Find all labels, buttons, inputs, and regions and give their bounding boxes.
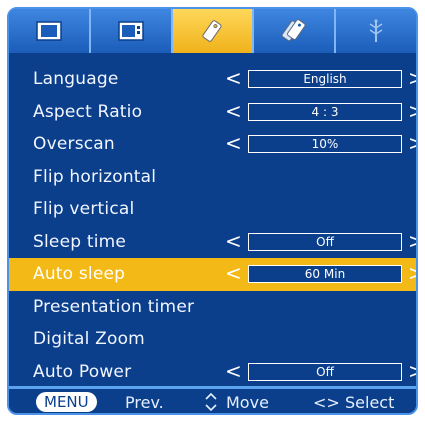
- menu-item-presentation-timer[interactable]: Presentation timer: [9, 291, 416, 324]
- left-arrow-icon[interactable]: <: [225, 361, 242, 381]
- menu-item-auto-power[interactable]: Auto Power < Off >: [9, 356, 416, 389]
- tab-options[interactable]: [172, 9, 255, 53]
- menu-item-label: Flip vertical: [33, 199, 135, 220]
- left-arrow-icon[interactable]: <: [225, 263, 242, 283]
- menu-item-label: Language: [33, 69, 119, 90]
- value-box: 4 : 3: [248, 102, 402, 121]
- tag-icon: [202, 20, 223, 42]
- footer-help-bar: MENU Prev. Move <> Select: [9, 389, 416, 413]
- value-box: 60 Min: [248, 265, 402, 283]
- left-arrow-icon[interactable]: <: [225, 231, 242, 251]
- menu-item-label: Overscan: [33, 134, 115, 155]
- menu-item-label: Auto sleep: [33, 264, 126, 285]
- menu-item-auto-sleep[interactable]: Auto sleep <60 Min >: [9, 258, 416, 291]
- left-arrow-icon[interactable]: <: [225, 68, 242, 88]
- menu-item-label: Sleep time: [33, 231, 127, 252]
- move-hint: Move: [226, 393, 269, 412]
- tab-separator: [9, 53, 416, 61]
- menu-key-badge: MENU: [36, 392, 97, 412]
- right-arrow-icon[interactable]: >: [408, 68, 416, 88]
- osd-menu-panel: Language<English>Aspect Ratio<4 : 3>Over…: [7, 7, 418, 415]
- menu-item-label: Aspect Ratio: [33, 101, 143, 122]
- menu-item-flip-vertical[interactable]: Flip vertical: [9, 193, 416, 226]
- value-box: English: [248, 70, 402, 88]
- input-icon: [369, 19, 383, 42]
- tab-screen[interactable]: [90, 9, 173, 53]
- menu-item-flip-horizontal[interactable]: Flip horizontal: [9, 161, 416, 194]
- up-down-arrows-icon: [205, 392, 217, 412]
- left-arrow-icon[interactable]: <: [225, 101, 242, 121]
- select-hint: Select: [345, 393, 395, 412]
- picture-icon: [36, 21, 62, 41]
- screen-icon: [117, 21, 144, 41]
- right-arrow-icon[interactable]: >: [408, 231, 416, 251]
- menu-item-label: Digital Zoom: [33, 329, 145, 350]
- menu-item-label: Presentation timer: [33, 296, 195, 317]
- left-arrow-icon[interactable]: <: [225, 133, 242, 153]
- menu-item-overscan[interactable]: Overscan <10% >: [9, 128, 416, 161]
- left-right-arrows-icon: <>: [313, 393, 340, 412]
- tab-input[interactable]: [336, 9, 416, 53]
- prev-hint: Prev.: [125, 393, 164, 412]
- menu-item-aspect-ratio[interactable]: Aspect Ratio <4 : 3 >: [9, 96, 416, 129]
- right-arrow-icon[interactable]: >: [408, 101, 416, 121]
- menu-item-label: Auto Power: [33, 361, 132, 382]
- menu-item-label: Flip horizontal: [33, 166, 157, 187]
- menu-item-sleep-time[interactable]: Sleep time < Off >: [9, 226, 416, 259]
- menu-item-digital-zoom[interactable]: Digital Zoom: [9, 323, 416, 356]
- menu-list: Language<English>Aspect Ratio<4 : 3>Over…: [9, 63, 416, 388]
- tab-options-2[interactable]: [254, 9, 337, 53]
- tags-icon: [281, 19, 306, 42]
- right-arrow-icon[interactable]: >: [408, 361, 416, 381]
- tab-picture[interactable]: [9, 9, 91, 53]
- right-arrow-icon[interactable]: >: [408, 133, 416, 153]
- tab-bar: [9, 9, 416, 53]
- value-box: Off: [248, 232, 402, 251]
- right-arrow-icon[interactable]: >: [408, 263, 416, 283]
- value-box: Off: [248, 362, 402, 381]
- value-box: 10%: [248, 135, 402, 153]
- menu-item-language[interactable]: Language < English >: [9, 63, 416, 96]
